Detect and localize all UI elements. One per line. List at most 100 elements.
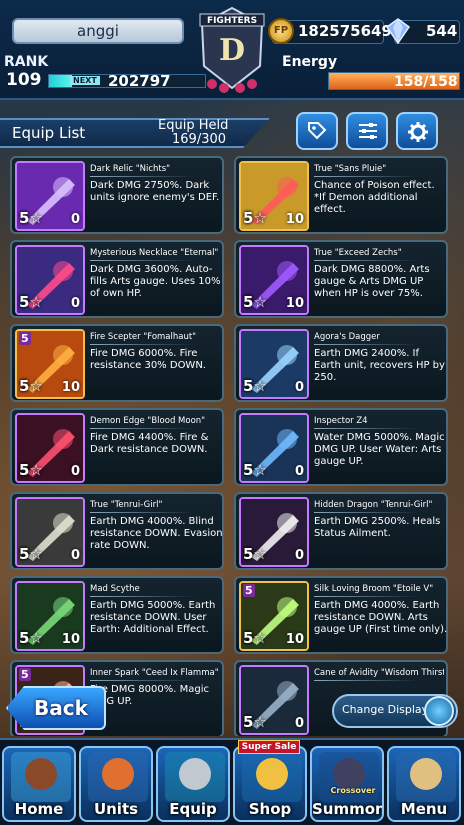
equipment-card[interactable]: 5☆ 0 Dark Relic "Nichts" Dark DMG 2750%. Da… [10, 156, 224, 234]
sort-button[interactable] [346, 112, 388, 150]
equipment-description: Chance of Poison effect. *If Demon addit… [314, 180, 435, 215]
enhance-count: 10 [61, 632, 80, 647]
equipment-description: Fire DMG 8000%. Magic DMG UP. [90, 684, 209, 707]
nav-menu[interactable]: Menu [387, 746, 461, 822]
equipment-name: True "Tenrui-Girl" [90, 500, 163, 510]
name-divider [90, 596, 194, 597]
equipment-description: Earth DMG 4000%. Earth resistance DOWN. … [314, 600, 448, 635]
star-rank: 5☆ [19, 461, 43, 479]
equipment-thumbnail: 5☆ 0 [15, 161, 85, 231]
equipment-name: Mad Scythe [90, 584, 140, 594]
equipment-description: Earth DMG 2500%. Heals Status Ailment. [314, 516, 441, 539]
logo-title: FIGHTERS [207, 16, 257, 26]
name-divider [314, 260, 418, 261]
enhance-count: 0 [70, 296, 80, 311]
nav-label: Home [14, 800, 64, 818]
coin-icon: FP [268, 18, 294, 44]
enhance-count: 0 [294, 380, 304, 395]
equipment-card[interactable]: 5 5☆ 10 Fire Scepter "Fomalhaut" Fire DMG 60… [10, 324, 224, 402]
equipment-card[interactable]: 5 5☆ 10 Silk Loving Broom "Etoile V" Earth D… [234, 576, 448, 654]
player-name: anggi [12, 18, 184, 44]
tag-button[interactable] [296, 112, 338, 150]
gem-value: 544 [426, 22, 458, 40]
nav-summon[interactable]: Summon [310, 746, 384, 822]
star-rank: 5☆ [243, 377, 267, 395]
enhance-count: 0 [294, 716, 304, 731]
equipment-name: Cane of Avidity "Wisdom Thirst" [314, 668, 444, 678]
equipment-card[interactable]: 5☆ 0 Demon Edge "Blood Moon" Fire DMG 4400%… [10, 408, 224, 486]
star-rank: 5☆ [19, 377, 43, 395]
next-exp-value: 202797 [108, 72, 171, 90]
equipment-card[interactable]: 5☆ 0 Inspector Z4 Water DMG 5000%. Magic DM… [234, 408, 448, 486]
enhance-count: 0 [294, 548, 304, 563]
change-display-label: Change Display [342, 703, 429, 716]
equipment-description: Earth DMG 5000%. Earth resistance DOWN. … [90, 600, 216, 635]
coin-value: 182575649 [298, 22, 392, 40]
enhance-count: 0 [294, 464, 304, 479]
star-rank: 5☆ [19, 293, 43, 311]
nav-shop[interactable]: Shop [233, 746, 307, 822]
equipment-list[interactable]: 5☆ 0 Dark Relic "Nichts" Dark DMG 2750%. Da… [10, 156, 456, 736]
equip-held-label: Equip Held [158, 118, 229, 133]
star-rank: 5☆ [19, 629, 43, 647]
equipment-card[interactable]: 5☆ 10 Mad Scythe Earth DMG 5000%. Earth res… [10, 576, 224, 654]
equipment-card[interactable]: 5☆ 10 True "Sans Pluie" Chance of Poison ef… [234, 156, 448, 234]
name-divider [90, 260, 194, 261]
equipment-card[interactable]: 5☆ 0 Hidden Dragon "Tenrui-Girl" Earth DMG … [234, 492, 448, 570]
name-divider [90, 428, 194, 429]
equipment-card[interactable]: 5☆ 0 True "Tenrui-Girl" Earth DMG 4000%. Bl… [10, 492, 224, 570]
tag-icon [308, 122, 327, 140]
enhance-count: 10 [285, 212, 304, 227]
nav-units[interactable]: Units [79, 746, 153, 822]
enhance-count: 0 [70, 212, 80, 227]
nav-equip[interactable]: Equip [156, 746, 230, 822]
super-sale-badge: Super Sale [238, 740, 300, 754]
equipment-thumbnail: 5 5☆ 10 [15, 329, 85, 399]
name-divider [90, 344, 194, 345]
equipment-card[interactable]: 5☆ 10 True "Exceed Zechs" Dark DMG 8800%. A… [234, 240, 448, 318]
enhance-count: 0 [70, 548, 80, 563]
star-rank: 5☆ [19, 545, 43, 563]
equipment-thumbnail: 5☆ 10 [15, 581, 85, 651]
equipment-thumbnail: 5☆ 0 [239, 497, 309, 567]
rank-value: 109 [6, 70, 42, 90]
equipment-description: Dark DMG 2750%. Dark units ignore enemy'… [90, 180, 220, 203]
treasure-icon [242, 752, 302, 802]
name-divider [90, 176, 194, 177]
equipment-thumbnail: 5☆ 0 [239, 329, 309, 399]
sword-icon [165, 752, 225, 802]
equipment-name: Hidden Dragon "Tenrui-Girl" [314, 500, 433, 510]
enhance-count: 10 [61, 380, 80, 395]
game-logo: FIGHTERS D [199, 6, 265, 93]
back-label: Back [34, 696, 88, 720]
nav-label: Units [93, 800, 139, 818]
settings-button[interactable] [396, 112, 438, 150]
equipment-description: Dark DMG 8800%. Arts gauge & Arts DMG UP… [314, 264, 430, 299]
sort-icon [359, 123, 377, 139]
gear-icon [408, 122, 428, 142]
equipment-name: Mysterious Necklace "Eternal" [90, 248, 219, 258]
exp-bar-fill [49, 75, 73, 87]
equipment-name: Silk Loving Broom "Etoile V" [314, 584, 434, 594]
equipment-name: True "Exceed Zechs" [314, 248, 402, 258]
equipment-thumbnail: 5☆ 0 [15, 413, 85, 483]
equipment-description: Water DMG 5000%. Magic DMG UP. User Wate… [314, 432, 445, 467]
equipment-thumbnail: 5☆ 10 [239, 161, 309, 231]
refresh-icon [424, 696, 454, 726]
enhance-count: 10 [285, 632, 304, 647]
name-divider [314, 344, 418, 345]
equipment-card[interactable]: 5☆ 0 Mysterious Necklace "Eternal" Dark DMG… [10, 240, 224, 318]
equipment-name: Demon Edge "Blood Moon" [90, 416, 206, 426]
equipment-thumbnail: 5☆ 0 [15, 245, 85, 315]
equipment-description: Fire DMG 6000%. Fire resistance 30% DOWN… [90, 348, 206, 371]
house-icon [11, 752, 71, 802]
equipment-description: Earth DMG 4000%. Blind resistance DOWN. … [90, 516, 223, 551]
equipment-name: True "Sans Pluie" [314, 164, 387, 174]
energy-value: 158/158 [394, 74, 458, 90]
star-rank: 5☆ [243, 293, 267, 311]
equipment-card[interactable]: 5☆ 0 Agora's Dagger Earth DMG 2400%. If Ear… [234, 324, 448, 402]
equipment-name: Dark Relic "Nichts" [90, 164, 171, 174]
nav-label: Equip [169, 800, 217, 818]
name-divider [314, 680, 418, 681]
nav-home[interactable]: Home [2, 746, 76, 822]
